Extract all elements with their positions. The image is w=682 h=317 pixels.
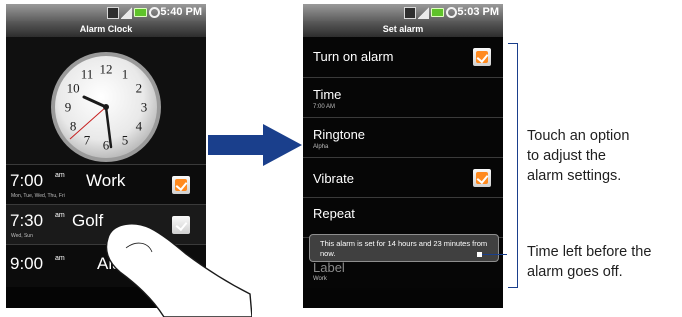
alarm-time-left-toast: This alarm is set for 14 hours and 23 mi… bbox=[309, 234, 499, 262]
turn-on-alarm-checkbox[interactable] bbox=[473, 48, 491, 66]
options-note-line: to adjust the bbox=[527, 148, 606, 164]
toast-message: This alarm is set for 14 hours and 23 mi… bbox=[320, 239, 488, 258]
status-bar: 5:40 PM bbox=[6, 4, 206, 21]
status-bar: 5:03 PM bbox=[303, 4, 503, 21]
clock-numeral: 6 bbox=[103, 138, 110, 153]
alarm-days: Wed, Sun bbox=[11, 233, 33, 239]
options-note-line: Touch an option bbox=[527, 128, 630, 144]
clock-numeral: 9 bbox=[65, 100, 72, 115]
option-title: Label bbox=[313, 260, 345, 275]
clock-numeral: 12 bbox=[100, 62, 113, 77]
clock-numeral: 5 bbox=[122, 132, 129, 147]
network-3g-icon bbox=[107, 6, 119, 19]
set-alarm-screen: 5:03 PM Set alarm Turn on alarm Time 7:0… bbox=[303, 4, 503, 308]
alarm-icon bbox=[446, 7, 457, 18]
option-title: Ringtone bbox=[313, 127, 366, 142]
option-title: Vibrate bbox=[313, 171, 354, 186]
toast-note-line: Time left before the bbox=[527, 244, 652, 260]
finger-illustration bbox=[105, 223, 252, 317]
clock-numeral: 4 bbox=[136, 119, 143, 134]
option-title: Time bbox=[313, 87, 342, 102]
clock-numeral: 11 bbox=[81, 67, 94, 82]
analog-clock[interactable]: 12 12 3 45678 9 1011 bbox=[50, 51, 162, 163]
alarm-label: Golf bbox=[72, 211, 104, 230]
clock-numeral: 8 bbox=[70, 119, 77, 134]
alarm-list-item[interactable]: 7:00 am Work Mon, Tue, Wed, Thu, Fri bbox=[6, 164, 206, 204]
alarm-ampm: am bbox=[55, 255, 65, 262]
leader-dot bbox=[477, 252, 482, 257]
toast-leader-line bbox=[480, 254, 507, 255]
right-arrow-icon bbox=[208, 124, 302, 166]
clock-center bbox=[103, 104, 109, 110]
vibrate-option[interactable]: Vibrate bbox=[303, 157, 503, 198]
clock-numeral: 7 bbox=[84, 132, 91, 147]
alarm-ampm: am bbox=[55, 212, 65, 219]
status-time: 5:40 PM bbox=[160, 6, 202, 18]
battery-icon bbox=[134, 8, 147, 17]
screen-title: Alarm Clock bbox=[6, 21, 206, 37]
analog-clock-area: 12 1 2 3 4 5 6 7 8 9 10 11 bbox=[6, 37, 206, 164]
clock-numeral: 10 bbox=[67, 81, 80, 96]
battery-icon bbox=[431, 8, 444, 17]
options-note: Touch an option to adjust the alarm sett… bbox=[527, 126, 629, 186]
time-option[interactable]: Time 7:00 AM bbox=[303, 77, 503, 118]
option-title: Repeat bbox=[313, 206, 355, 221]
alarm-icon bbox=[149, 7, 160, 18]
options-bracket bbox=[508, 43, 518, 288]
screen-title: Set alarm bbox=[303, 21, 503, 37]
clock-numeral: 1 bbox=[122, 67, 129, 82]
toast-note: Time left before the alarm goes off. bbox=[527, 242, 651, 282]
alarm-time: 7:00 bbox=[10, 171, 44, 190]
alarm-label: Work bbox=[86, 171, 126, 190]
checkmark-icon bbox=[476, 171, 489, 185]
alarm-time: 9:00 bbox=[10, 254, 44, 273]
checkmark-icon bbox=[476, 50, 489, 64]
repeat-option[interactable]: Repeat bbox=[303, 197, 503, 238]
clock-numeral: 3 bbox=[141, 100, 148, 115]
options-note-line: alarm settings. bbox=[527, 168, 622, 184]
network-3g-icon bbox=[404, 6, 416, 19]
status-time: 5:03 PM bbox=[457, 6, 499, 18]
ringtone-option[interactable]: Ringtone Alpha bbox=[303, 117, 503, 158]
alarm-days: Mon, Tue, Wed, Thu, Fri bbox=[11, 193, 65, 199]
turn-on-alarm-option[interactable]: Turn on alarm bbox=[303, 37, 503, 77]
signal-icon bbox=[121, 6, 132, 19]
option-value: Alpha bbox=[313, 144, 329, 150]
signal-icon bbox=[418, 6, 429, 19]
alarm-ampm: am bbox=[55, 172, 65, 179]
alarm-enabled-checkbox[interactable] bbox=[172, 176, 190, 194]
option-title: Turn on alarm bbox=[313, 49, 394, 64]
option-value: Work bbox=[313, 276, 327, 282]
alarm-time: 7:30 bbox=[10, 211, 44, 230]
vibrate-checkbox[interactable] bbox=[473, 169, 491, 187]
option-value: 7:00 AM bbox=[313, 104, 336, 110]
checkmark-icon bbox=[175, 178, 188, 192]
clock-numeral: 2 bbox=[136, 81, 143, 96]
toast-note-line: alarm goes off. bbox=[527, 264, 623, 280]
